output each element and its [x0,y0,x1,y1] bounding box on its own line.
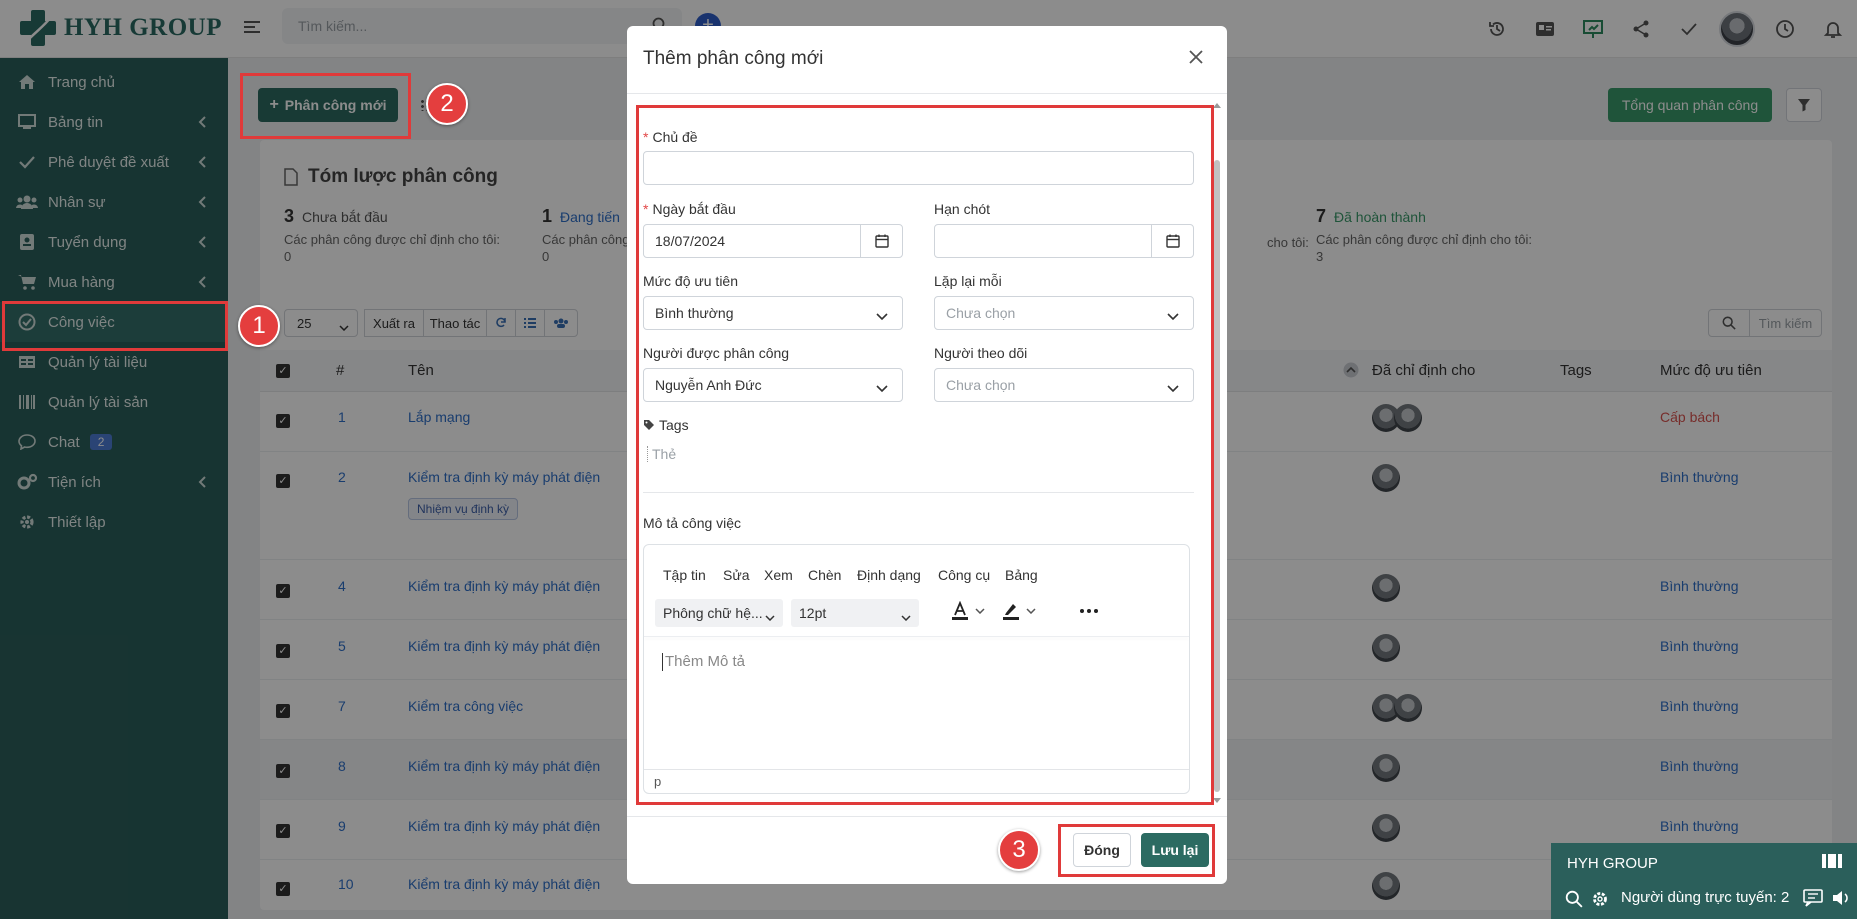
annotation-badge-2: 2 [426,83,468,125]
gear-icon[interactable] [1591,890,1609,911]
scrollbar-thumb[interactable] [1214,160,1220,792]
modal-scrollbar[interactable] [1213,102,1221,804]
modal-title: Thêm phân công mới [643,48,824,69]
annotation-badge-3: 3 [998,829,1040,871]
modal-divider [627,93,1227,94]
search-icon[interactable] [1565,890,1583,911]
window-toggle-icon[interactable] [1821,853,1843,872]
annotation-box-footer-buttons [1058,824,1215,877]
footer-divider [627,816,1227,817]
annotation-box-sidebar [2,301,228,351]
message-icon[interactable] [1803,889,1823,910]
annotation-box-new-button [240,73,411,139]
chat-widget-title: HYH GROUP [1567,855,1658,872]
annotation-badge-1: 1 [238,305,280,347]
annotation-box-form [636,105,1214,805]
close-icon[interactable] [1187,48,1205,66]
online-users-count: Người dùng trực tuyến: 2 [1621,889,1790,906]
chat-widget[interactable]: HYH GROUP Người dùng trực tuyến: 2 [1551,843,1857,919]
speaker-icon[interactable] [1831,889,1851,910]
